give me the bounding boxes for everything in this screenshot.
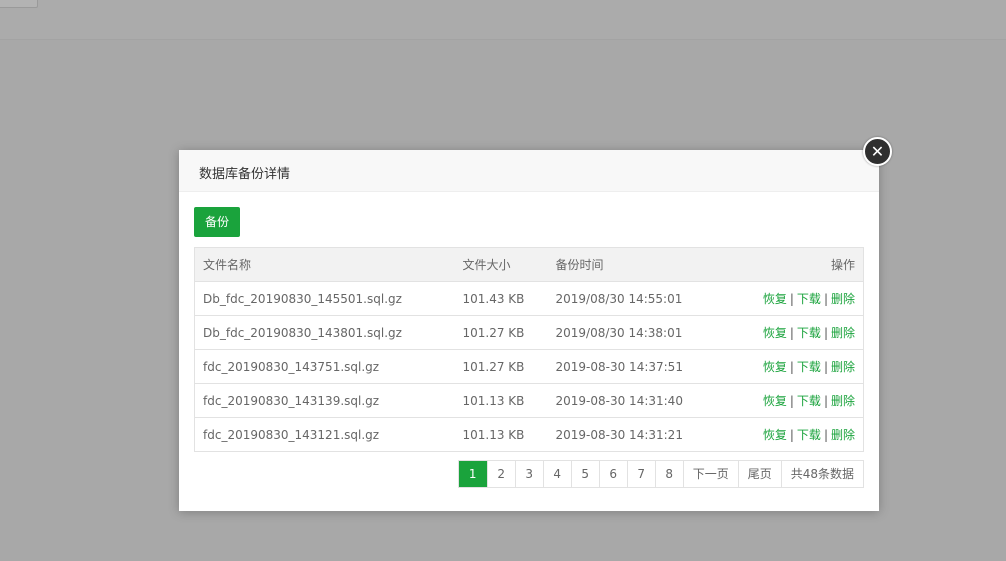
download-link[interactable]: 下载: [797, 428, 821, 442]
actions-cell: 恢复 | 下载 | 删除: [727, 383, 864, 418]
separator: |: [789, 394, 794, 408]
backup-files-table: 文件名称 文件大小 备份时间 操作 Db_fdc_20190830_145501…: [194, 247, 864, 452]
separator: |: [789, 326, 794, 340]
page-4[interactable]: 4: [542, 461, 571, 487]
page-1[interactable]: 1: [458, 461, 487, 487]
delete-link[interactable]: 删除: [831, 360, 855, 374]
page-8[interactable]: 8: [654, 461, 683, 487]
restore-link[interactable]: 恢复: [763, 292, 787, 306]
top-bar: [0, 0, 1006, 40]
restore-link[interactable]: 恢复: [763, 326, 787, 340]
backup-time-cell: 2019-08-30 14:31:40: [547, 383, 728, 418]
table-row: fdc_20190830_143121.sql.gz 101.13 KB 2019-…: [194, 417, 864, 452]
file-size-cell: 101.13 KB: [454, 383, 548, 418]
total-count: 共48条数据: [780, 461, 863, 487]
download-link[interactable]: 下载: [797, 394, 821, 408]
separator: |: [789, 360, 794, 374]
file-name-cell: fdc_20190830_143751.sql.gz: [194, 349, 455, 384]
top-bar-button[interactable]: [0, 0, 38, 8]
backup-details-dialog: 数据库备份详情 备份 文件名称 文件大小 备份时间 操作 Db_fdc_2019…: [179, 150, 879, 511]
separator: |: [789, 292, 794, 306]
backup-time-cell: 2019/08/30 14:55:01: [547, 281, 728, 316]
header-backup-time: 备份时间: [547, 247, 728, 282]
table-row: fdc_20190830_143751.sql.gz 101.27 KB 2019-…: [194, 349, 864, 384]
actions-cell: 恢复 | 下载 | 删除: [727, 417, 864, 452]
file-size-cell: 101.27 KB: [454, 349, 548, 384]
dialog-title: 数据库备份详情: [199, 167, 291, 182]
restore-link[interactable]: 恢复: [763, 360, 787, 374]
delete-link[interactable]: 删除: [831, 292, 855, 306]
actions-cell: 恢复 | 下载 | 删除: [727, 315, 864, 350]
restore-link[interactable]: 恢复: [763, 394, 787, 408]
separator: |: [823, 360, 828, 374]
page-6[interactable]: 6: [598, 461, 627, 487]
separator: |: [823, 394, 828, 408]
table-row: fdc_20190830_143139.sql.gz 101.13 KB 2019-…: [194, 383, 864, 418]
file-name-cell: Db_fdc_20190830_143801.sql.gz: [194, 315, 455, 350]
backup-time-cell: 2019-08-30 14:37:51: [547, 349, 728, 384]
header-file-size: 文件大小: [454, 247, 548, 282]
delete-link[interactable]: 删除: [831, 394, 855, 408]
backup-button[interactable]: 备份: [194, 207, 241, 237]
last-page-button[interactable]: 尾页: [737, 461, 781, 487]
file-size-cell: 101.43 KB: [454, 281, 548, 316]
backup-time-cell: 2019-08-30 14:31:21: [547, 417, 728, 452]
page-5[interactable]: 5: [570, 461, 599, 487]
dialog-body: 备份 文件名称 文件大小 备份时间 操作 Db_fdc_20190830_145…: [179, 192, 879, 488]
table-header-row: 文件名称 文件大小 备份时间 操作: [194, 247, 864, 282]
separator: |: [823, 292, 828, 306]
download-link[interactable]: 下载: [797, 292, 821, 306]
actions-cell: 恢复 | 下载 | 删除: [727, 281, 864, 316]
page-3[interactable]: 3: [514, 461, 543, 487]
restore-link[interactable]: 恢复: [763, 428, 787, 442]
file-name-cell: fdc_20190830_143139.sql.gz: [194, 383, 455, 418]
header-actions: 操作: [727, 247, 864, 282]
actions-cell: 恢复 | 下载 | 删除: [727, 349, 864, 384]
file-name-cell: fdc_20190830_143121.sql.gz: [194, 417, 455, 452]
file-size-cell: 101.13 KB: [454, 417, 548, 452]
download-link[interactable]: 下载: [797, 326, 821, 340]
delete-link[interactable]: 删除: [831, 326, 855, 340]
dialog-header: 数据库备份详情: [179, 150, 879, 192]
next-page-button[interactable]: 下一页: [682, 461, 738, 487]
table-row: Db_fdc_20190830_145501.sql.gz 101.43 KB 20…: [194, 281, 864, 316]
download-link[interactable]: 下载: [797, 360, 821, 374]
page-2[interactable]: 2: [486, 461, 515, 487]
file-size-cell: 101.27 KB: [454, 315, 548, 350]
file-name-cell: Db_fdc_20190830_145501.sql.gz: [194, 281, 455, 316]
separator: |: [789, 428, 794, 442]
delete-link[interactable]: 删除: [831, 428, 855, 442]
close-icon[interactable]: ✕: [863, 137, 892, 166]
page-7[interactable]: 7: [626, 461, 655, 487]
pagination: 1 2 3 4 5 6 7 8 下一页 尾页 共48条数据: [457, 460, 864, 488]
separator: |: [823, 326, 828, 340]
separator: |: [823, 428, 828, 442]
header-file-name: 文件名称: [194, 247, 455, 282]
backup-time-cell: 2019/08/30 14:38:01: [547, 315, 728, 350]
table-row: Db_fdc_20190830_143801.sql.gz 101.27 KB 20…: [194, 315, 864, 350]
